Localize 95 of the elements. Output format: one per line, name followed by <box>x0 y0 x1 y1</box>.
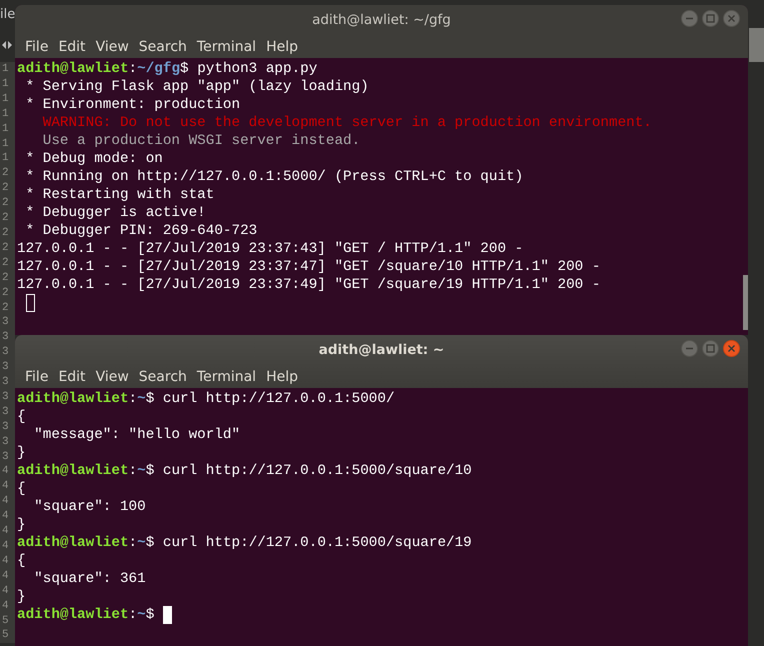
menu-item[interactable]: Help <box>261 366 303 386</box>
scrollbar-thumb[interactable] <box>749 28 764 62</box>
window-title: adith@lawliet: ~/gfg <box>312 10 451 30</box>
minimize-icon <box>686 18 693 20</box>
line-number: 3 <box>1 390 10 405</box>
line-number: 2 <box>1 256 10 271</box>
line-number: 4 <box>1 598 10 614</box>
prompt-line: adith@lawliet:~$ curl http://127.0.0.1:5000/ <box>17 390 396 408</box>
line-number: 3 <box>1 375 10 390</box>
maximize-button[interactable] <box>702 340 719 357</box>
close-icon <box>728 344 736 352</box>
output-line: } <box>17 588 27 606</box>
line-number: 3 <box>1 330 10 346</box>
line-number: 2 <box>1 300 10 316</box>
output-line: * Debugger PIN: 269-640-723 <box>24 222 258 240</box>
prompt-line: adith@lawliet:~$ curl http://127.0.0.1:5000/square/19 <box>17 534 473 552</box>
line-number: 4 <box>1 539 10 554</box>
minimize-icon <box>686 348 693 350</box>
line-number: 2 <box>1 166 10 182</box>
line-number: 2 <box>1 270 10 286</box>
line-number: 1 <box>1 62 10 77</box>
menu-item[interactable]: File <box>20 366 54 386</box>
line-number: 1 <box>1 92 10 107</box>
line-number: 5 <box>1 614 10 628</box>
line-number: 4 <box>1 524 10 539</box>
line-number: 4 <box>1 479 10 494</box>
line-number: 3 <box>1 360 10 376</box>
line-number: 1 <box>1 122 10 137</box>
close-icon <box>728 14 736 22</box>
output-line: } <box>17 516 27 534</box>
editor-tab-label[interactable]: ile <box>0 6 16 24</box>
output-line: { <box>17 552 27 570</box>
output-line: 127.0.0.1 - - [27/Jul/2019 23:37:43] "GET / HTTP/1.1" 200 - <box>17 240 524 258</box>
output-line: * Debug mode: on <box>24 150 164 168</box>
line-number: 4 <box>1 509 10 524</box>
output-line: } <box>17 444 27 462</box>
minimize-button[interactable] <box>681 10 698 27</box>
line-number: 4 <box>1 554 10 569</box>
output-line: { <box>17 480 27 498</box>
menu-item[interactable]: View <box>90 366 134 386</box>
line-number: 3 <box>1 420 10 435</box>
line-number: 3 <box>1 434 10 450</box>
minimize-button[interactable] <box>681 340 698 357</box>
line-number: 5 <box>1 628 10 644</box>
output-line: * Serving Flask app "app" (lazy loading) <box>24 78 370 96</box>
menu-item[interactable]: Search <box>134 366 192 386</box>
line-number: 1 <box>1 136 10 152</box>
line-number: 4 <box>1 568 10 584</box>
output-line: { <box>17 408 27 426</box>
prompt-line: adith@lawliet:~/gfg$ python3 app.py <box>17 60 318 78</box>
output-line: "square": 100 <box>33 498 147 516</box>
output-line: "message": "hello world" <box>33 426 242 444</box>
output-line: * Running on http://127.0.0.1:5000/ (Press CTRL+C to quit) <box>24 168 524 186</box>
menu-item[interactable]: File <box>20 36 54 56</box>
line-number: 3 <box>1 450 10 464</box>
line-number: 2 <box>1 226 10 241</box>
close-button[interactable] <box>723 340 740 357</box>
output-line: * Environment: production <box>24 96 242 114</box>
line-number: 4 <box>1 584 10 599</box>
output-line: "square": 361 <box>33 570 147 588</box>
menu-item[interactable]: Search <box>134 36 192 56</box>
line-number: 2 <box>1 181 10 196</box>
close-button[interactable] <box>723 10 740 27</box>
maximize-icon <box>706 14 715 23</box>
prompt-line: adith@lawliet:~$ <box>17 606 748 624</box>
output-line: * Restarting with stat <box>24 186 216 204</box>
output-line: Use a production WSGI server instead. <box>42 132 362 150</box>
window-title: adith@lawliet: ~ <box>318 340 444 360</box>
output-line: 127.0.0.1 - - [27/Jul/2019 23:37:47] "GET /square/10 HTTP/1.1" 200 - <box>17 258 602 276</box>
menu-item[interactable]: Edit <box>53 36 91 56</box>
menu-item[interactable]: View <box>90 36 134 56</box>
line-number: 1 <box>1 106 10 122</box>
line-number: 4 <box>1 494 10 510</box>
line-number: 2 <box>1 286 10 300</box>
line-number: 2 <box>1 240 10 256</box>
line-number: 3 <box>1 404 10 420</box>
warning-line: WARNING: Do not use the development server in a production environment. <box>42 114 653 132</box>
prompt-line: adith@lawliet:~$ curl http://127.0.0.1:5000/square/10 <box>17 462 473 480</box>
line-number: 4 <box>1 464 10 480</box>
menu-item[interactable]: Terminal <box>192 366 262 386</box>
menu-item[interactable]: Edit <box>53 366 91 386</box>
tab-scroll-arrows-icon[interactable] <box>1 40 13 50</box>
menu-item[interactable]: Help <box>261 36 303 56</box>
output-line: 127.0.0.1 - - [27/Jul/2019 23:37:49] "GET /square/19 HTTP/1.1" 200 - <box>17 276 602 294</box>
maximize-button[interactable] <box>702 10 719 27</box>
line-number: 1 <box>1 76 10 92</box>
line-number: 1 <box>1 151 10 166</box>
line-number: 3 <box>1 315 10 330</box>
line-number: 3 <box>1 345 10 360</box>
scrollbar-thumb[interactable] <box>743 275 748 330</box>
maximize-icon <box>706 344 715 353</box>
line-number: 2 <box>1 211 10 226</box>
output-line: * Debugger is active! <box>24 204 207 222</box>
menu-item[interactable]: Terminal <box>192 36 262 56</box>
line-number: 2 <box>1 196 10 212</box>
